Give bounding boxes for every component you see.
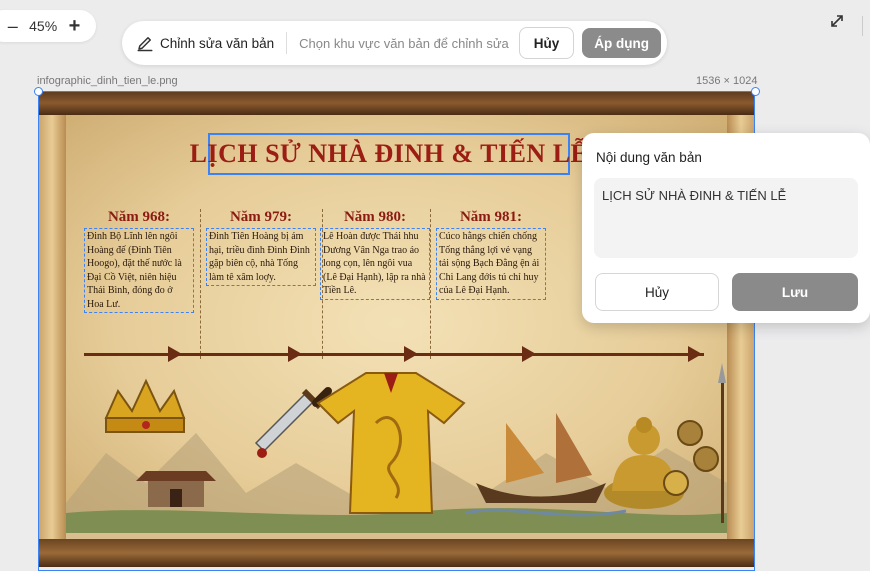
image-filename: infographic_dinh_tien_le.png bbox=[37, 75, 178, 87]
edit-text-mode[interactable]: Chỉnh sửa văn bản bbox=[136, 34, 274, 52]
timeline-column-979: Năm 979: Đinh Tiên Hoàng bị ám hại, triề… bbox=[206, 209, 316, 286]
timeline-year: Năm 979: bbox=[229, 209, 293, 225]
panel-cancel-button[interactable]: Hủy bbox=[595, 273, 719, 311]
infographic-title: LỊCH SỬ NHÀ ĐINH & TIẾN LỄ bbox=[189, 139, 589, 168]
cancel-button[interactable]: Hủy bbox=[518, 27, 575, 59]
zoom-in-button[interactable]: + bbox=[69, 16, 81, 36]
zoom-control: – 45% + bbox=[0, 10, 96, 42]
timeline-text[interactable]: Lê Hoàn được Thái hhu Dương Vân Nga trao… bbox=[320, 228, 430, 300]
illustrations bbox=[66, 363, 727, 533]
scroll-bottom-bar bbox=[38, 539, 755, 567]
scroll-rail-left bbox=[38, 105, 66, 545]
arrowhead-icon bbox=[522, 346, 536, 362]
resize-handle-top-left[interactable] bbox=[34, 87, 43, 96]
text-content-panel: Nội dung văn bản LỊCH SỬ NHÀ ĐINH & TIẾN… bbox=[582, 133, 870, 323]
timeline-column-980: Năm 980: Lê Hoàn được Thái hhu Dương Vân… bbox=[320, 209, 430, 300]
edit-text-toolbar: Chỉnh sửa văn bản Chọn khu vực văn bản đ… bbox=[122, 21, 667, 65]
panel-heading: Nội dung văn bản bbox=[596, 150, 702, 165]
image-dimensions: 1536 × 1024 bbox=[696, 75, 758, 87]
timeline-year: Năm 981: bbox=[459, 209, 523, 225]
arrowhead-icon bbox=[688, 346, 702, 362]
timeline-year: Năm 968: bbox=[107, 209, 171, 225]
text-content-input[interactable]: LỊCH SỬ NHÀ ĐINH & TIẾN LỄ bbox=[594, 178, 858, 258]
edit-text-label: Chỉnh sửa văn bản bbox=[160, 35, 275, 51]
resize-handle-top-right[interactable] bbox=[751, 87, 760, 96]
timeline-text[interactable]: Đinh Bộ Lĩnh lên ngôi Hoàng đế (Đinh Tiê… bbox=[84, 228, 194, 313]
toolbar-hint: Chọn khu vực văn bản để chỉnh sửa bbox=[299, 35, 509, 51]
arrowhead-icon bbox=[404, 346, 418, 362]
column-divider bbox=[430, 209, 432, 359]
header-divider bbox=[862, 16, 863, 36]
timeline-column-981: Năm 981: Cúco hằngs chiến chống Tống thắ… bbox=[436, 209, 546, 300]
timeline-text[interactable]: Cúco hằngs chiến chống Tống thắng lợi vẻ… bbox=[436, 228, 546, 300]
crown-icon bbox=[104, 378, 186, 433]
column-divider bbox=[200, 209, 202, 359]
panel-save-button[interactable]: Lưu bbox=[732, 273, 858, 311]
apply-button[interactable]: Áp dụng bbox=[582, 28, 661, 58]
zoom-level: 45% bbox=[29, 18, 58, 34]
timeline-text[interactable]: Đinh Tiên Hoàng bị ám hại, triều đình Đì… bbox=[206, 228, 316, 286]
expand-icon[interactable] bbox=[830, 14, 844, 33]
toolbar-divider bbox=[286, 32, 288, 54]
arrowhead-icon bbox=[168, 346, 182, 362]
dagger-icon bbox=[254, 387, 332, 458]
pencil-icon bbox=[137, 37, 153, 52]
scroll-top-bar bbox=[38, 91, 755, 115]
temple-icon bbox=[136, 471, 216, 507]
title-selection[interactable]: LỊCH SỬ NHÀ ĐINH & TIẾN LỄ bbox=[190, 133, 588, 175]
zoom-out-button[interactable]: – bbox=[8, 17, 18, 35]
timeline-column-968: Năm 968: Đinh Bộ Lĩnh lên ngôi Hoàng đế … bbox=[84, 209, 194, 313]
arrowhead-icon bbox=[288, 346, 302, 362]
timeline-year: Năm 980: bbox=[343, 209, 407, 225]
